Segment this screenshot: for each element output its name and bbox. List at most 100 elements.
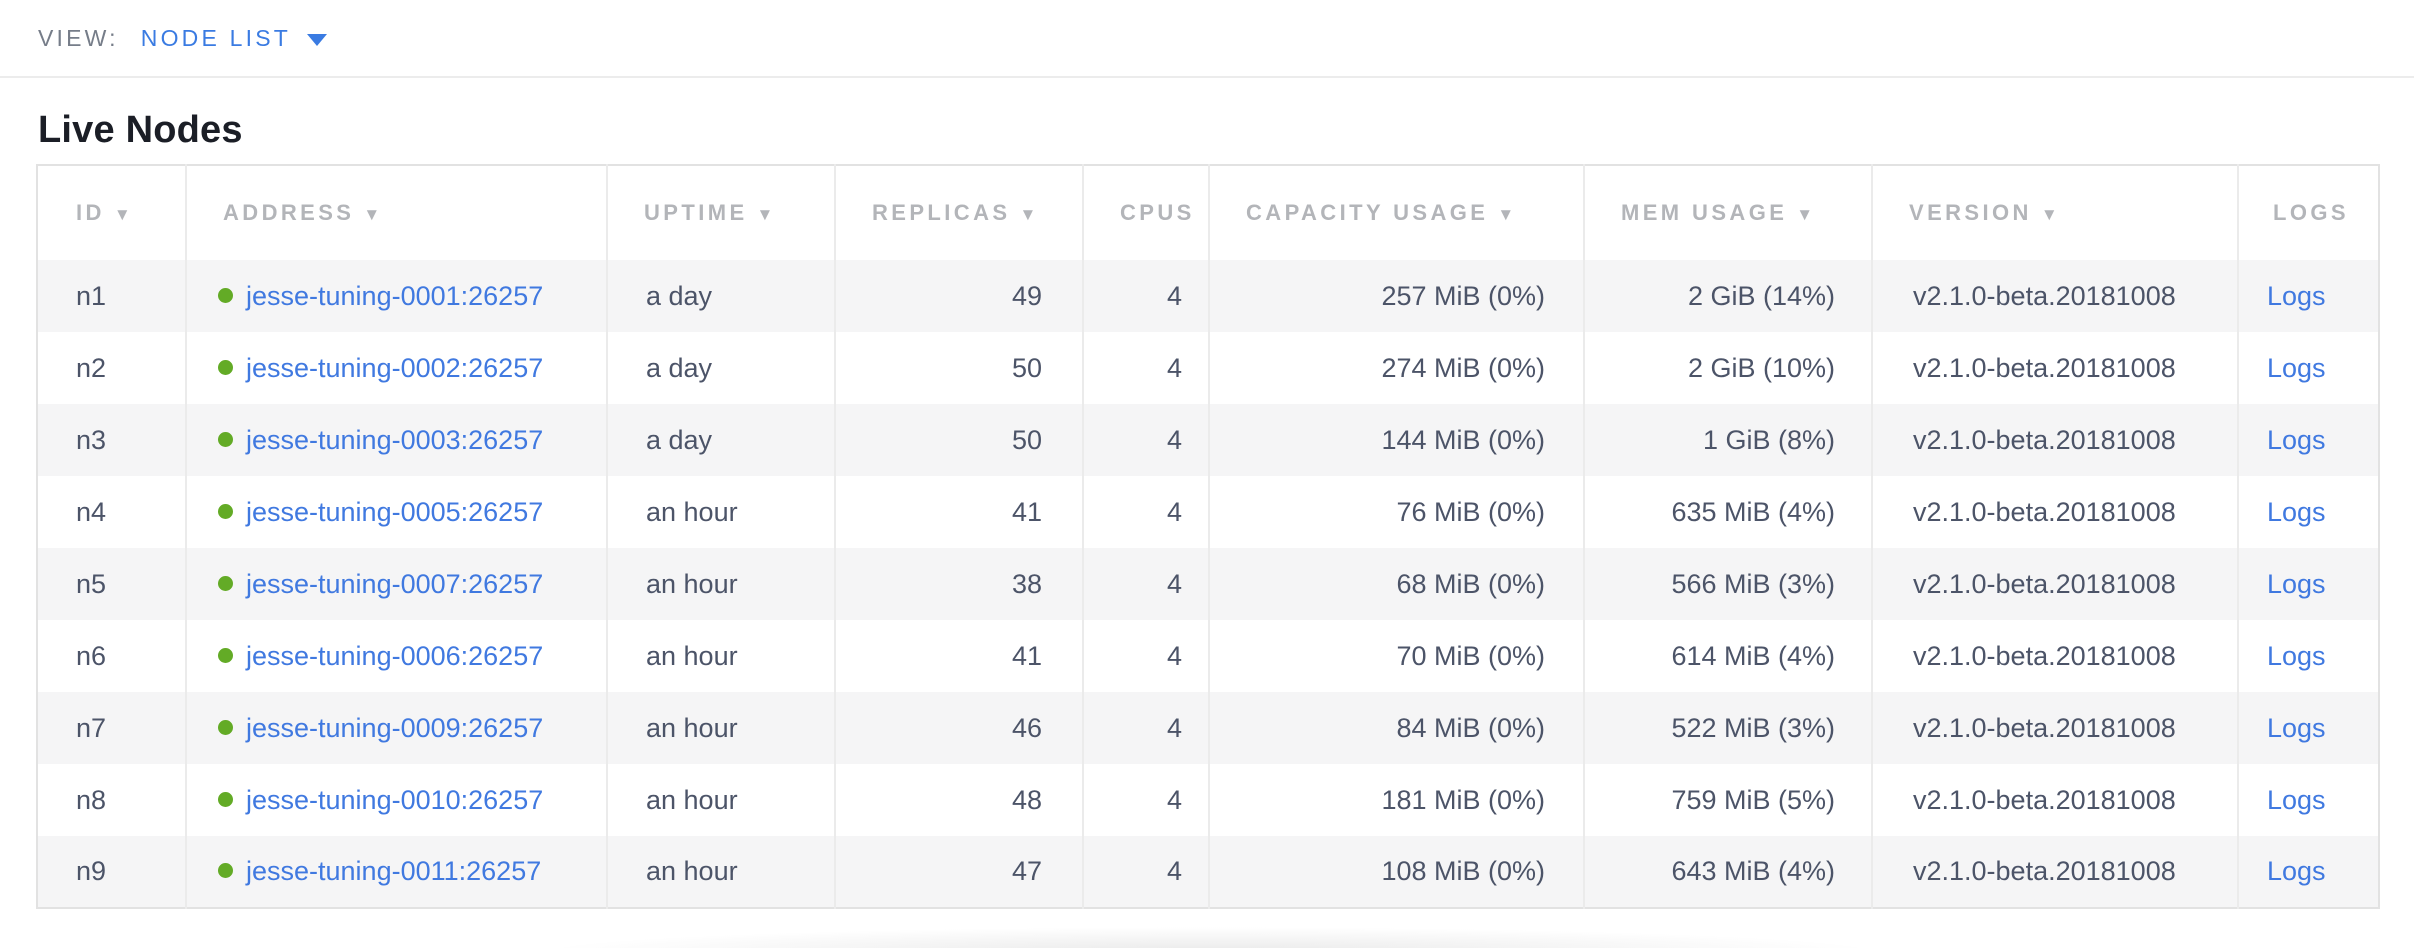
address-link[interactable]: jesse-tuning-0010:26257 [246, 785, 543, 815]
cell-capacity-usage: 70 MiB (0%) [1209, 620, 1584, 692]
cell-version: v2.1.0-beta.20181008 [1872, 836, 2238, 908]
logs-link[interactable]: Logs [2267, 281, 2326, 311]
address-link[interactable]: jesse-tuning-0002:26257 [246, 353, 543, 383]
cell-node-id: n1 [37, 260, 186, 332]
address-link[interactable]: jesse-tuning-0009:26257 [246, 713, 543, 743]
cell-mem-usage: 2 GiB (10%) [1584, 332, 1872, 404]
address-link[interactable]: jesse-tuning-0005:26257 [246, 497, 543, 527]
cell-node-id: n6 [37, 620, 186, 692]
address-link[interactable]: jesse-tuning-0003:26257 [246, 425, 543, 455]
cell-replicas: 41 [835, 476, 1083, 548]
view-selector[interactable]: NODE LIST [141, 25, 327, 52]
cell-cpus: 4 [1083, 476, 1209, 548]
cell-version: v2.1.0-beta.20181008 [1872, 620, 2238, 692]
cell-replicas: 48 [835, 764, 1083, 836]
column-header-logs: LOGS [2238, 165, 2379, 260]
cell-version: v2.1.0-beta.20181008 [1872, 404, 2238, 476]
cell-address: jesse-tuning-0006:26257 [186, 620, 607, 692]
logs-link[interactable]: Logs [2267, 713, 2326, 743]
cell-capacity-usage: 68 MiB (0%) [1209, 548, 1584, 620]
cell-cpus: 4 [1083, 836, 1209, 908]
cell-mem-usage: 614 MiB (4%) [1584, 620, 1872, 692]
cell-cpus: 4 [1083, 404, 1209, 476]
column-header-replicas[interactable]: REPLICAS▼ [835, 165, 1083, 260]
cell-address: jesse-tuning-0009:26257 [186, 692, 607, 764]
cell-uptime: an hour [607, 764, 835, 836]
cell-mem-usage: 643 MiB (4%) [1584, 836, 1872, 908]
node-live-status-icon [218, 288, 233, 303]
cell-mem-usage: 1 GiB (8%) [1584, 404, 1872, 476]
table-row: n9 jesse-tuning-0011:26257 an hour 47 4 … [37, 836, 2379, 908]
logs-link[interactable]: Logs [2267, 497, 2326, 527]
logs-link[interactable]: Logs [2267, 785, 2326, 815]
cell-uptime: a day [607, 332, 835, 404]
cell-cpus: 4 [1083, 548, 1209, 620]
cell-mem-usage: 566 MiB (3%) [1584, 548, 1872, 620]
below-fold-shadow [430, 926, 1990, 948]
cell-logs: Logs [2238, 764, 2379, 836]
view-label: VIEW: [38, 25, 119, 52]
cell-cpus: 4 [1083, 620, 1209, 692]
address-link[interactable]: jesse-tuning-0007:26257 [246, 569, 543, 599]
column-header-mem-usage[interactable]: MEM USAGE▼ [1584, 165, 1872, 260]
cell-mem-usage: 759 MiB (5%) [1584, 764, 1872, 836]
cell-uptime: an hour [607, 836, 835, 908]
column-header-version[interactable]: VERSION▼ [1872, 165, 2238, 260]
node-live-status-icon [218, 720, 233, 735]
cell-cpus: 4 [1083, 332, 1209, 404]
cell-uptime: an hour [607, 548, 835, 620]
logs-link[interactable]: Logs [2267, 856, 2326, 886]
cell-mem-usage: 635 MiB (4%) [1584, 476, 1872, 548]
logs-link[interactable]: Logs [2267, 569, 2326, 599]
page-title: Live Nodes [38, 108, 2414, 152]
cell-logs: Logs [2238, 836, 2379, 908]
sort-arrow-icon: ▼ [1497, 205, 1517, 224]
cell-address: jesse-tuning-0007:26257 [186, 548, 607, 620]
cell-uptime: an hour [607, 476, 835, 548]
sort-arrow-icon: ▼ [114, 205, 134, 224]
dropdown-arrow-icon [307, 34, 327, 46]
address-link[interactable]: jesse-tuning-0001:26257 [246, 281, 543, 311]
cell-address: jesse-tuning-0010:26257 [186, 764, 607, 836]
live-nodes-table: ID▼ ADDRESS▼ UPTIME▼ REPLICAS▼ CPUS CAPA… [36, 164, 2380, 909]
cell-version: v2.1.0-beta.20181008 [1872, 692, 2238, 764]
logs-link[interactable]: Logs [2267, 425, 2326, 455]
column-header-address[interactable]: ADDRESS▼ [186, 165, 607, 260]
sort-arrow-icon: ▼ [2041, 205, 2061, 224]
cell-logs: Logs [2238, 620, 2379, 692]
cell-mem-usage: 2 GiB (14%) [1584, 260, 1872, 332]
cell-version: v2.1.0-beta.20181008 [1872, 548, 2238, 620]
address-link[interactable]: jesse-tuning-0011:26257 [246, 856, 541, 886]
cell-address: jesse-tuning-0001:26257 [186, 260, 607, 332]
sort-arrow-icon: ▼ [1019, 205, 1039, 224]
node-live-status-icon [218, 360, 233, 375]
column-header-capacity-usage[interactable]: CAPACITY USAGE▼ [1209, 165, 1584, 260]
cell-capacity-usage: 144 MiB (0%) [1209, 404, 1584, 476]
view-bar: VIEW: NODE LIST [0, 0, 2414, 78]
logs-link[interactable]: Logs [2267, 353, 2326, 383]
address-link[interactable]: jesse-tuning-0006:26257 [246, 641, 543, 671]
cell-node-id: n9 [37, 836, 186, 908]
cell-version: v2.1.0-beta.20181008 [1872, 764, 2238, 836]
column-header-uptime[interactable]: UPTIME▼ [607, 165, 835, 260]
sort-arrow-icon: ▼ [757, 205, 777, 224]
logs-link[interactable]: Logs [2267, 641, 2326, 671]
cell-node-id: n3 [37, 404, 186, 476]
sort-arrow-icon: ▼ [1796, 205, 1816, 224]
node-live-status-icon [218, 504, 233, 519]
cell-version: v2.1.0-beta.20181008 [1872, 260, 2238, 332]
cell-replicas: 41 [835, 620, 1083, 692]
cell-replicas: 50 [835, 404, 1083, 476]
cell-replicas: 49 [835, 260, 1083, 332]
cell-node-id: n2 [37, 332, 186, 404]
cell-version: v2.1.0-beta.20181008 [1872, 476, 2238, 548]
cell-address: jesse-tuning-0002:26257 [186, 332, 607, 404]
table-row: n2 jesse-tuning-0002:26257 a day 50 4 27… [37, 332, 2379, 404]
node-live-status-icon [218, 432, 233, 447]
cell-capacity-usage: 257 MiB (0%) [1209, 260, 1584, 332]
column-header-id[interactable]: ID▼ [37, 165, 186, 260]
cell-address: jesse-tuning-0003:26257 [186, 404, 607, 476]
cell-node-id: n7 [37, 692, 186, 764]
cell-cpus: 4 [1083, 260, 1209, 332]
cell-uptime: an hour [607, 692, 835, 764]
